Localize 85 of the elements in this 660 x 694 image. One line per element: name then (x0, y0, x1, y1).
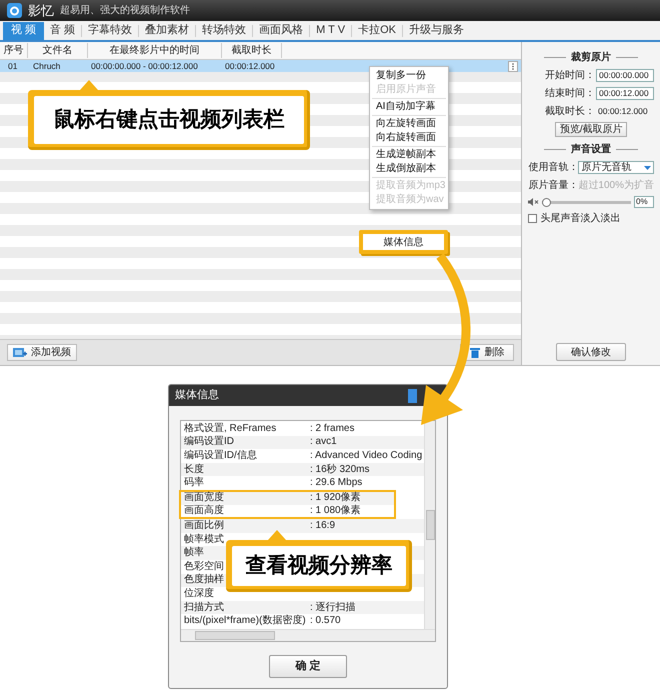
horizontal-scrollbar[interactable] (181, 629, 435, 641)
speaker-mute-icon (528, 198, 540, 206)
duration-value: 00:00:12.000 (597, 105, 649, 118)
callout-text: 查看视频分辨率 (246, 552, 392, 580)
callout-text: 鼠标右键点击视频列表栏 (54, 107, 284, 134)
tab[interactable]: 升级与服务 (402, 22, 470, 40)
section-title: 声音设置 (571, 142, 612, 157)
app-subtitle: 超易用、强大的视频制作软件 (60, 4, 190, 18)
property-label: 画面宽度 (184, 492, 224, 504)
property-value: : 29.6 Mbps (310, 477, 362, 490)
confirm-button[interactable]: 确认修改 (556, 343, 626, 361)
property-value: : 0.570 (310, 615, 341, 628)
tab[interactable]: 画面风格 (253, 22, 310, 40)
volume-slider[interactable] (542, 198, 631, 206)
property-label: 色彩空间 (184, 560, 224, 573)
property-label: 位深度 (184, 588, 214, 600)
field-label: 开始时间： (545, 68, 595, 83)
property-label: 扫描方式 (184, 602, 224, 614)
trash-icon (470, 347, 480, 358)
preview-button[interactable]: 预览/截取原片 (555, 122, 628, 137)
checkbox[interactable] (528, 214, 538, 223)
menu-item[interactable]: AI自动加字幕 (370, 100, 448, 114)
property-label: 编码设置ID (184, 436, 234, 448)
volume-field[interactable]: 0% (634, 196, 654, 208)
volume-hint: 超过100%为扩音 (578, 178, 654, 193)
field-label: 结束时间： (545, 86, 595, 101)
field-label: 使用音轨： (528, 160, 578, 175)
tab[interactable]: 音 频 (44, 22, 82, 40)
time-field[interactable]: 00:00:00.000 (596, 69, 654, 82)
tab[interactable]: 卡拉OK (352, 22, 402, 40)
column-header: 序号 (0, 43, 28, 58)
tab[interactable]: 转场特效 (196, 22, 252, 40)
property-value: : 逐行扫描 (310, 602, 356, 614)
tab[interactable]: 字幕特效 (82, 22, 138, 40)
field-label: 截取时长： (545, 104, 595, 119)
property-value: : 16秒 320ms (310, 464, 370, 476)
more-button[interactable] (508, 60, 518, 72)
property-value: : 2 frames (310, 422, 354, 435)
section-title: 裁剪原片 (571, 50, 612, 65)
checkbox-label: 头尾声音淡入淡出 (540, 212, 620, 226)
property-value: : 16:9 (310, 520, 336, 532)
table-cell-text: 00:00:12.000 (224, 60, 276, 72)
vertical-scrollbar[interactable] (424, 421, 435, 629)
tab[interactable]: M T V (310, 22, 352, 40)
window-button[interactable] (408, 388, 417, 402)
app-title: 影忆 (28, 2, 54, 20)
property-label: 色度抽样 (184, 574, 224, 586)
menu-item[interactable]: 向右旋转画面 (370, 131, 448, 145)
film-add-icon (13, 348, 27, 358)
column-header: 截取时长 (222, 43, 282, 58)
property-value: : avc1 (310, 436, 337, 448)
property-label: 画面高度 (184, 504, 224, 517)
property-label: 编码设置ID/信息 (184, 450, 257, 462)
menu-item[interactable]: 复制多一份 (370, 69, 448, 83)
time-field[interactable]: 00:00:12.000 (596, 87, 654, 100)
track-dropdown[interactable]: 原片无音轨 (578, 161, 654, 174)
field-label: 原片音量： (528, 178, 578, 193)
property-label: bits/(pixel*frame)(数据密度) (184, 615, 306, 628)
property-value: : Advanced Video Coding (310, 450, 422, 462)
property-label: 帧率 (184, 547, 204, 560)
column-header: 文件名 (28, 43, 88, 58)
dialog-title: 媒体信息 (175, 388, 219, 404)
ok-button[interactable]: 确 定 (269, 655, 347, 678)
table-cell-text: 01 (7, 60, 18, 72)
tab[interactable]: 视 频 (3, 22, 44, 40)
table-cell-text: Chruch (32, 60, 62, 72)
tab[interactable]: 叠加素材 (139, 22, 196, 40)
property-label: 帧率模式 (184, 534, 224, 546)
more-icon (512, 62, 514, 70)
menu-item[interactable]: 向左旋转画面 (370, 117, 448, 131)
menu-item[interactable]: 媒体信息 (359, 230, 448, 254)
table-cell-text: 00:00:00.000 - 00:00:12.000 (90, 60, 199, 72)
dropdown-arrow-icon (644, 166, 651, 170)
app-logo-icon (7, 3, 22, 18)
property-value: : 1 080像素 (310, 504, 361, 517)
column-header: 在最终影片中的时间 (88, 43, 222, 58)
property-value: : 1 920像素 (310, 492, 361, 504)
menu-item[interactable]: 生成逆帧副本 (370, 148, 448, 162)
add-video-button[interactable]: 添加视频 (7, 344, 77, 361)
property-label: 画面比例 (184, 520, 224, 532)
slider-thumb[interactable] (542, 198, 552, 206)
property-label: 格式设置, ReFrames (184, 422, 276, 435)
property-label: 长度 (184, 464, 204, 476)
property-label: 码率 (184, 477, 204, 490)
menu-item[interactable]: 生成倒放副本 (370, 162, 448, 176)
